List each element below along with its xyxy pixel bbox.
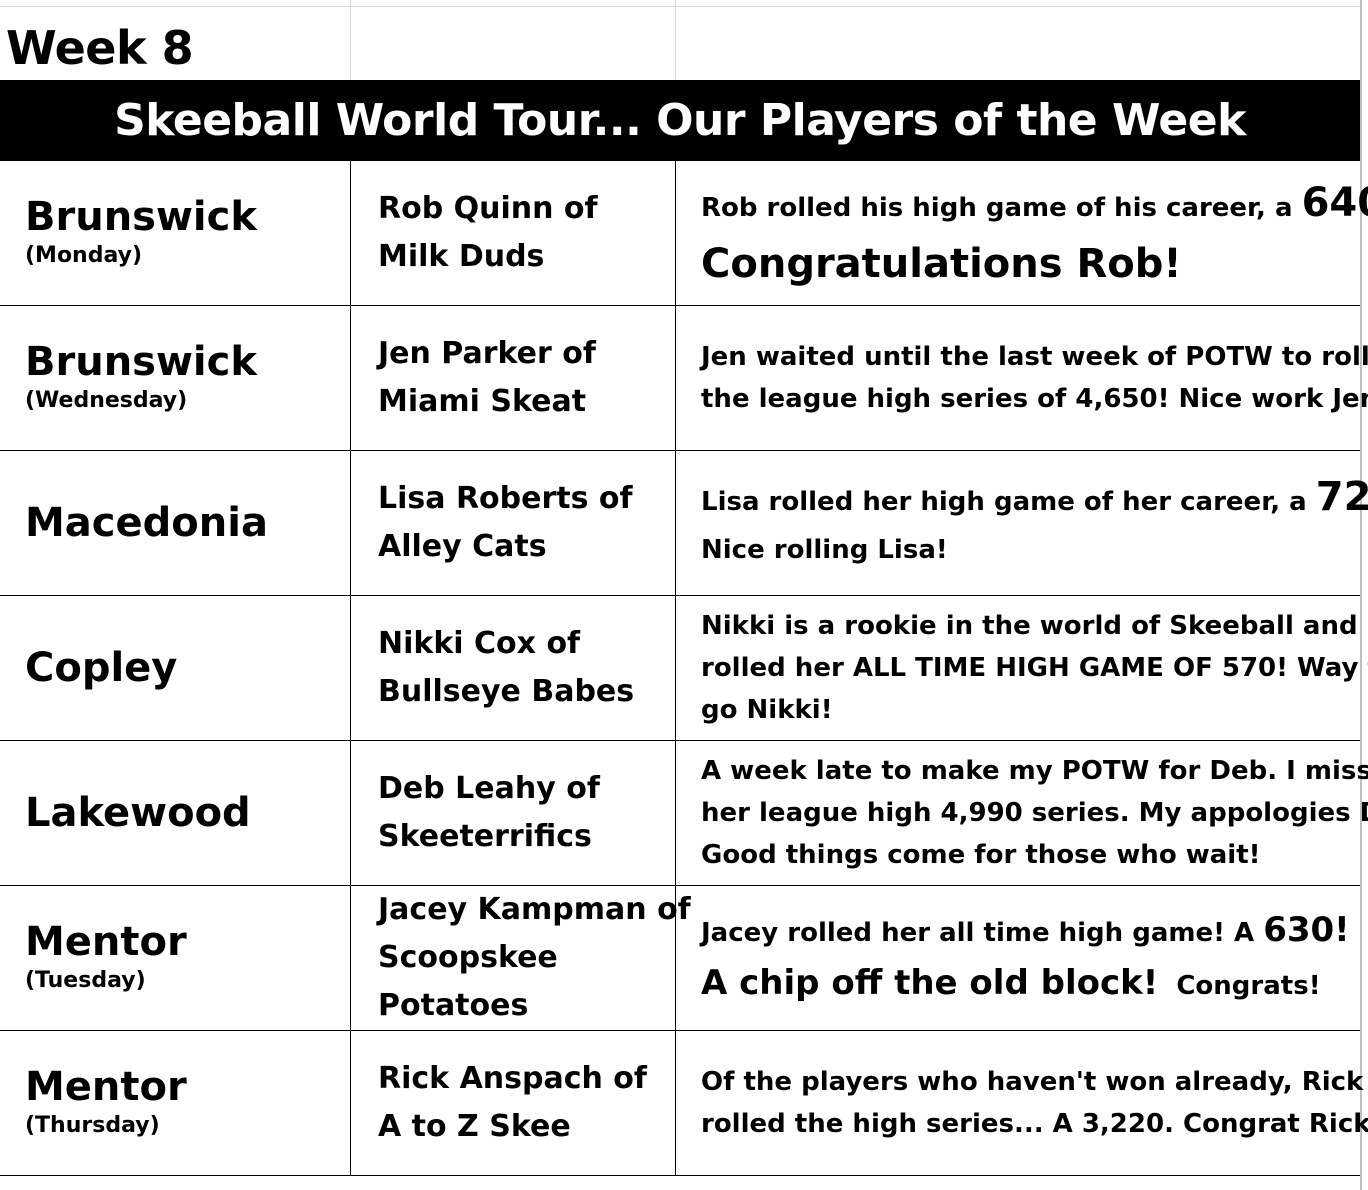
description-emphasis: A chip off the old block! (701, 963, 1159, 1003)
score-highlight: 720! (1315, 473, 1368, 520)
description-line: Congratulations Rob! (701, 240, 1182, 287)
description-text: Rob rolled his high game of his career, … (701, 192, 1302, 223)
description-cell[interactable]: Of the players who haven't won already, … (675, 1031, 1368, 1175)
table-row: Mentor (Tuesday) Jacey Kampman of Scoops… (0, 886, 1360, 1031)
location-cell[interactable]: Copley (0, 596, 350, 740)
location-day: (Thursday) (25, 1113, 160, 1138)
player-name: Rick Anspach of (378, 1061, 647, 1096)
description-cell[interactable]: Lisa rolled her high game of her career,… (675, 451, 1368, 595)
player-cell[interactable]: Jen Parker of Miami Skeat (350, 306, 675, 450)
player-name: Lisa Roberts of (378, 481, 633, 516)
team-name: Bullseye Babes (378, 674, 635, 709)
location-cell[interactable]: Mentor (Thursday) (0, 1031, 350, 1175)
description-line: A week late to make my POTW for Deb. I m… (701, 756, 1368, 786)
description-line: Nice rolling Lisa! (701, 534, 948, 565)
gridline (0, 6, 1360, 7)
description-cell[interactable]: Jacey rolled her all time high game! A 6… (675, 886, 1360, 1030)
description-line: Lisa rolled her high game of her career,… (701, 473, 1368, 526)
description-line: Good things come for those who wait! (701, 840, 1261, 870)
player-cell[interactable]: Deb Leahy of Skeeterrifics (350, 741, 675, 885)
location-cell[interactable]: Macedonia (0, 451, 350, 595)
location-name: Mentor (25, 1064, 187, 1110)
description-line: go Nikki! (701, 695, 833, 725)
score-highlight: 640! (1301, 179, 1368, 226)
player-name: Nikki Cox of (378, 626, 581, 661)
score-highlight: 630! (1263, 910, 1350, 950)
description-line: rolled her ALL TIME HIGH GAME OF 570! Wa… (701, 653, 1368, 683)
description-text: Congrats! (1158, 971, 1321, 1001)
location-cell[interactable]: Brunswick (Monday) (0, 161, 350, 305)
location-cell[interactable]: Lakewood (0, 741, 350, 885)
location-cell[interactable]: Mentor (Tuesday) (0, 886, 350, 1030)
week-label: Week 8 (6, 21, 194, 75)
description-line: Of the players who haven't won already, … (701, 1067, 1364, 1097)
team-name: Miami Skeat (378, 384, 587, 419)
table-row: Mentor (Thursday) Rick Anspach of A to Z… (0, 1031, 1368, 1176)
gridline (675, 0, 676, 80)
players-table: Brunswick (Monday) Rob Quinn of Milk Dud… (0, 161, 1368, 1176)
location-name: Lakewood (25, 790, 251, 836)
description-text: Jacey rolled her all time high game! A (701, 918, 1264, 948)
description-cell[interactable]: Jen waited until the last week of POTW t… (675, 306, 1368, 450)
description-text: Lisa rolled her high game of her career,… (701, 486, 1316, 517)
banner-title: Skeeball World Tour... Our Players of th… (0, 80, 1360, 161)
location-day: (Wednesday) (25, 388, 188, 413)
table-row: Brunswick (Monday) Rob Quinn of Milk Dud… (0, 161, 1368, 306)
player-cell[interactable]: Jacey Kampman of Scoopskee Potatoes (350, 886, 691, 1030)
player-cell[interactable]: Nikki Cox of Bullseye Babes (350, 596, 675, 740)
description-cell[interactable]: Rob rolled his high game of his career, … (675, 161, 1368, 305)
location-name: Macedonia (25, 500, 268, 546)
description-line: Jacey rolled her all time high game! A 6… (701, 905, 1354, 958)
location-name: Copley (25, 645, 178, 691)
description-line: rolled the high series... A 3,220. Congr… (701, 1109, 1368, 1139)
description-cell[interactable]: Nikki is a rookie in the world of Skeeba… (675, 596, 1368, 740)
player-name: Rob Quinn of (378, 191, 598, 226)
location-day: (Tuesday) (25, 968, 146, 993)
table-row: Macedonia Lisa Roberts of Alley Cats Lis… (0, 451, 1368, 596)
banner-title-text: Skeeball World Tour... Our Players of th… (114, 95, 1246, 146)
team-name: A to Z Skee (378, 1109, 571, 1144)
description-line: Rob rolled his high game of his career, … (701, 175, 1368, 236)
table-row: Lakewood Deb Leahy of Skeeterrifics A we… (0, 741, 1368, 886)
description-line: A chip off the old block! Congrats! (701, 958, 1354, 1011)
sheet-right-edge (1360, 0, 1362, 1190)
gridline (350, 0, 351, 80)
description-line: Nikki is a rookie in the world of Skeeba… (701, 611, 1358, 641)
table-row: Copley Nikki Cox of Bullseye Babes Nikki… (0, 596, 1368, 741)
player-name: Jen Parker of (378, 336, 596, 371)
team-name: Alley Cats (378, 529, 547, 564)
team-name-continued: Potatoes (378, 988, 529, 1023)
team-name: Scoopskee (378, 940, 558, 975)
player-cell[interactable]: Rick Anspach of A to Z Skee (350, 1031, 675, 1175)
description-line: her league high 4,990 series. My appolog… (701, 798, 1368, 828)
player-cell[interactable]: Lisa Roberts of Alley Cats (350, 451, 675, 595)
team-name: Milk Duds (378, 239, 545, 274)
player-name: Jacey Kampman of (378, 892, 691, 927)
player-cell[interactable]: Rob Quinn of Milk Duds (350, 161, 675, 305)
description-line: Jen waited until the last week of POTW t… (701, 342, 1368, 372)
description-cell[interactable]: A week late to make my POTW for Deb. I m… (675, 741, 1368, 885)
location-day: (Monday) (25, 243, 143, 268)
team-name: Skeeterrifics (378, 819, 592, 854)
player-name: Deb Leahy of (378, 771, 600, 806)
location-name: Brunswick (25, 339, 257, 385)
location-name: Mentor (25, 919, 187, 965)
location-cell[interactable]: Brunswick (Wednesday) (0, 306, 350, 450)
table-row: Brunswick (Wednesday) Jen Parker of Miam… (0, 306, 1368, 451)
location-name: Brunswick (25, 194, 257, 240)
description-line: the league high series of 4,650! Nice wo… (701, 384, 1368, 414)
